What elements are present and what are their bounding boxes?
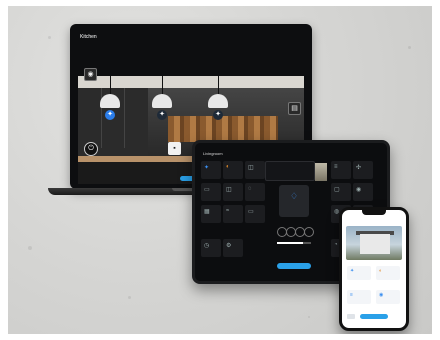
settings-icon: ⚙ xyxy=(226,243,232,249)
page-title: Kitchen xyxy=(80,34,97,40)
device-tile[interactable]: ▢ xyxy=(331,183,351,201)
device-tile[interactable]: ◫ xyxy=(245,161,265,179)
tv-icon: ▭ xyxy=(248,209,254,215)
texture-speck xyxy=(48,36,51,39)
texture-speck xyxy=(308,316,310,318)
brightness-slider[interactable] xyxy=(277,242,311,244)
tablet-action-pill[interactable] xyxy=(277,263,311,269)
device-tile[interactable]: ✣ xyxy=(353,161,373,179)
clock-icon: ◷ xyxy=(204,243,210,249)
thermostat-icon: ◐ xyxy=(226,164,230,170)
house-photo[interactable] xyxy=(346,226,402,260)
pendant-lamp xyxy=(100,94,120,108)
texture-speck xyxy=(28,246,32,250)
switch-icon: ▭ xyxy=(204,187,210,193)
bulb-icon[interactable]: ✦ xyxy=(157,110,167,120)
bulb-icon[interactable]: ✦ xyxy=(213,110,223,120)
backsplash xyxy=(168,116,278,142)
pendant-lamp xyxy=(208,94,228,108)
device-tile[interactable]: ◷ xyxy=(201,239,221,257)
camera-icon: ◉ xyxy=(379,292,384,298)
room-card[interactable]: ◐ xyxy=(376,266,400,280)
room-card[interactable]: ≡ xyxy=(347,290,371,304)
phone-action-pill[interactable] xyxy=(360,314,388,319)
device-tile[interactable]: ✦ xyxy=(201,161,221,179)
device-tile[interactable]: ◫ xyxy=(223,183,243,201)
cabinet-divider xyxy=(124,88,125,148)
texture-speck xyxy=(408,46,411,49)
wifi-icon: ◔ xyxy=(334,242,338,248)
device-tile[interactable]: ▭ xyxy=(201,183,221,201)
lamp-cord xyxy=(162,76,163,96)
sensor-icon: ◌ xyxy=(248,186,252,192)
power-icon[interactable]: ⏻ xyxy=(84,142,98,156)
room-card[interactable]: ✦ xyxy=(347,266,371,280)
device-tile[interactable]: ≈ xyxy=(223,205,243,223)
socket-icon[interactable]: ▤ xyxy=(288,102,301,115)
texture-speck xyxy=(128,296,131,299)
plug-icon: ◫ xyxy=(248,165,254,171)
bulb-icon: ✦ xyxy=(350,268,355,274)
window-icon: ▦ xyxy=(204,209,210,215)
lamp-cord xyxy=(218,76,219,96)
device-tile[interactable]: ▭ xyxy=(245,205,265,223)
camera-icon[interactable]: ◉ xyxy=(84,68,97,81)
thermostat-icon: ◐ xyxy=(379,268,383,274)
light-detail-modal[interactable]: ♢ xyxy=(279,185,309,217)
device-tile[interactable]: ◉ xyxy=(353,183,373,201)
color-preset[interactable] xyxy=(304,227,314,237)
blind-icon: ≡ xyxy=(350,292,353,298)
device-tile[interactable]: ◐ xyxy=(223,161,243,179)
device-tile[interactable]: ◌ xyxy=(245,183,265,201)
room-card[interactable]: ◉ xyxy=(376,290,400,304)
lamp-icon: ♢ xyxy=(290,191,299,201)
tablet-page-title: Livingroom xyxy=(203,151,223,156)
background-stage: Kitchen ✦ ✦ ✦ ▤ ▪ ⏻ ◉ Livingroom ✦ ◐ ◫ ≡… xyxy=(8,6,432,334)
house-body xyxy=(360,234,390,254)
fan-icon: ✣ xyxy=(356,165,362,171)
pendant-lamp xyxy=(152,94,172,108)
scene-summary-card[interactable] xyxy=(265,161,315,181)
heater-icon: ≈ xyxy=(226,208,230,214)
device-tile[interactable]: ▦ xyxy=(201,205,221,223)
brightness-slider-fill xyxy=(277,242,303,244)
socket-icon: ◫ xyxy=(226,187,232,193)
bulb-icon: ✦ xyxy=(204,165,210,171)
phone-secondary-button[interactable] xyxy=(347,314,355,319)
switch-icon[interactable]: ▪ xyxy=(168,142,181,155)
bulb-icon[interactable]: ✦ xyxy=(105,110,115,120)
lamp-cord xyxy=(110,76,111,96)
room-photo[interactable] xyxy=(315,163,327,181)
device-tile[interactable]: ⚙ xyxy=(223,239,243,257)
phone-notch xyxy=(362,210,386,215)
ceiling xyxy=(78,76,304,88)
phone-device: ✦ ◐ ≡ ◉ xyxy=(339,207,409,331)
camera-icon: ◉ xyxy=(356,187,362,193)
blind-icon: ≡ xyxy=(334,164,338,170)
lock-icon: ▢ xyxy=(334,187,340,193)
device-tile[interactable]: ≡ xyxy=(331,161,351,179)
